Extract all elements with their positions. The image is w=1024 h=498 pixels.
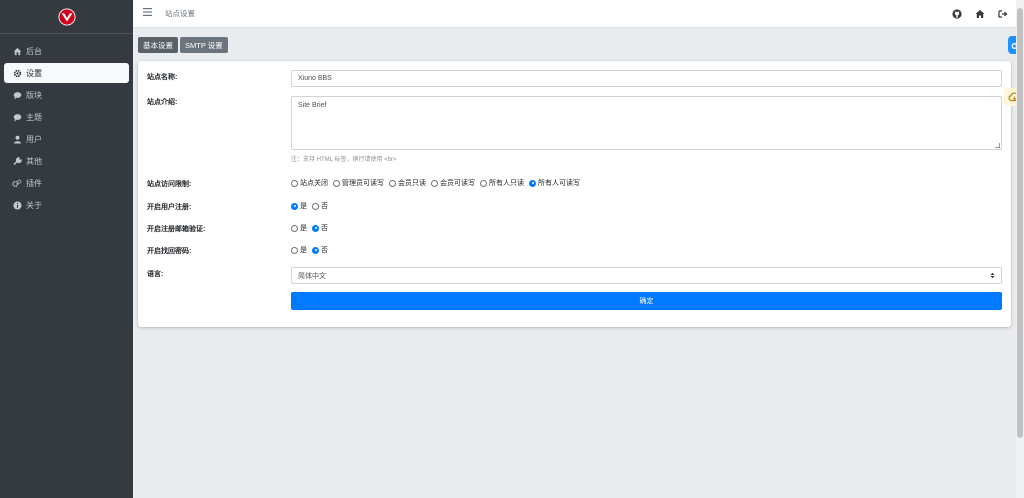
site-brief-value: Site Brief (298, 102, 327, 109)
resize-handle-icon[interactable] (995, 143, 1000, 148)
sidebar-item-label: 插件 (26, 178, 42, 188)
radio-label: 站点关闭 (300, 180, 328, 187)
site-name-label: 站点名称: (147, 74, 178, 81)
sidebar-item-dashboard[interactable]: 后台 (4, 41, 129, 61)
radio-label: 否 (321, 247, 328, 254)
access-radio-closed[interactable]: 站点关闭 (291, 178, 328, 188)
radio-label: 会员可读写 (440, 180, 475, 187)
radio-label: 所有人只读 (489, 180, 524, 187)
email-verify-label: 开启注册邮箱验证: (147, 226, 206, 233)
logout-icon[interactable] (997, 8, 1008, 19)
email-verify-radio-no[interactable]: 否 (312, 223, 328, 233)
radio-label: 会员只读 (398, 180, 426, 187)
sidebar-item-label: 主题 (26, 112, 42, 122)
language-label: 语言: (147, 271, 164, 278)
email-verify-radio-group: 是 否 (291, 223, 333, 233)
sidebar-item-label: 设置 (26, 68, 42, 78)
language-select[interactable]: 简体中文 (291, 267, 1002, 284)
sidebar-item-label: 后台 (26, 46, 42, 56)
cogs-icon (11, 179, 23, 188)
sidebar-item-settings[interactable]: 设置 (4, 63, 129, 83)
register-radio-group: 是 否 (291, 201, 333, 211)
user-icon (11, 135, 23, 144)
access-radio-all-rw[interactable]: 所有人可读写 (529, 178, 580, 188)
find-password-radio-no[interactable]: 否 (312, 245, 328, 255)
sidebar-item-threads[interactable]: 主题 (4, 107, 129, 127)
sidebar-item-about[interactable]: 关于 (4, 195, 129, 215)
sidebar-item-forums[interactable]: 版块 (4, 85, 129, 105)
settings-tabs: 基本设置 SMTP 设置 (138, 37, 228, 53)
radio-icon (291, 179, 298, 187)
wrench-icon (11, 156, 23, 166)
settings-form: 站点名称: Xiuno BBS 站点介绍: Site Brief 注：支持 HT… (138, 61, 1011, 327)
comment-icon (11, 113, 23, 122)
radio-checked-icon (312, 246, 319, 254)
radio-checked-icon (529, 179, 536, 187)
radio-label: 否 (321, 225, 328, 232)
radio-label: 所有人可读写 (538, 180, 580, 187)
tab-basic-settings[interactable]: 基本设置 (138, 37, 178, 53)
sidebar-item-label: 用户 (26, 134, 42, 144)
radio-icon (291, 246, 298, 254)
language-value: 简体中文 (298, 272, 326, 280)
access-radio-member-ro[interactable]: 会员只读 (389, 178, 426, 188)
site-name-input[interactable]: Xiuno BBS (291, 70, 1002, 87)
sidebar-item-label: 其他 (26, 156, 42, 166)
radio-icon (291, 224, 298, 232)
access-label: 站点访问限制: (147, 181, 192, 188)
radio-icon (312, 202, 319, 210)
register-radio-yes[interactable]: 是 (291, 201, 307, 211)
topbar: 站点设置 (133, 0, 1016, 28)
access-radio-member-rw[interactable]: 会员可读写 (431, 178, 475, 188)
gear-icon (11, 69, 23, 78)
email-verify-radio-yes[interactable]: 是 (291, 223, 307, 233)
radio-icon (480, 179, 487, 187)
comment-icon (11, 91, 23, 100)
info-icon (11, 200, 23, 210)
scrollbar-thumb[interactable] (1017, 8, 1023, 438)
radio-label: 是 (300, 203, 307, 210)
site-brief-textarea[interactable]: Site Brief (291, 96, 1002, 150)
sidebar-item-other[interactable]: 其他 (4, 151, 129, 171)
radio-label: 是 (300, 225, 307, 232)
radio-icon (389, 179, 396, 187)
sidebar-item-label: 版块 (26, 90, 42, 100)
sidebar-item-plugins[interactable]: 插件 (4, 173, 129, 193)
sidebar: 后台 设置 版块 主题 用户 其他 插件 关于 (0, 0, 133, 498)
github-icon[interactable] (951, 8, 962, 19)
site-brief-help: 注：支持 HTML 标签，换行请使用 <br> (291, 157, 397, 163)
site-name-value: Xiuno BBS (298, 75, 332, 82)
home-icon (11, 47, 23, 56)
select-arrows-icon (990, 272, 995, 279)
access-radio-admin-rw[interactable]: 管理员可读写 (333, 178, 384, 188)
register-radio-no[interactable]: 否 (312, 201, 328, 211)
site-brief-label: 站点介绍: (147, 99, 178, 106)
sidebar-menu: 后台 设置 版块 主题 用户 其他 插件 关于 (0, 34, 133, 215)
radio-label: 管理员可读写 (342, 180, 384, 187)
register-label: 开启用户注册: (147, 204, 192, 211)
sidebar-item-users[interactable]: 用户 (4, 129, 129, 149)
find-password-label: 开启找回密码: (147, 248, 192, 255)
find-password-radio-yes[interactable]: 是 (291, 245, 307, 255)
find-password-radio-group: 是 否 (291, 245, 333, 255)
submit-button[interactable]: 确定 (291, 292, 1002, 310)
radio-checked-icon (312, 224, 319, 232)
radio-icon (333, 179, 340, 187)
page-title: 站点设置 (165, 9, 195, 18)
page-scrollbar[interactable] (1016, 0, 1024, 498)
access-radio-all-ro[interactable]: 所有人只读 (480, 178, 524, 188)
sidebar-item-label: 关于 (26, 200, 42, 210)
radio-checked-icon (291, 202, 298, 210)
home-icon[interactable] (974, 8, 985, 19)
access-radio-group: 站点关闭 管理员可读写 会员只读 会员可读写 所有人只读 所有人可读写 (291, 178, 585, 188)
tab-smtp-settings[interactable]: SMTP 设置 (180, 37, 228, 53)
radio-label: 是 (300, 247, 307, 254)
menu-toggle-icon[interactable] (143, 8, 155, 19)
logo[interactable] (0, 0, 133, 34)
radio-label: 否 (321, 203, 328, 210)
logo-icon (57, 7, 76, 26)
topbar-actions (951, 8, 1008, 19)
radio-icon (431, 179, 438, 187)
